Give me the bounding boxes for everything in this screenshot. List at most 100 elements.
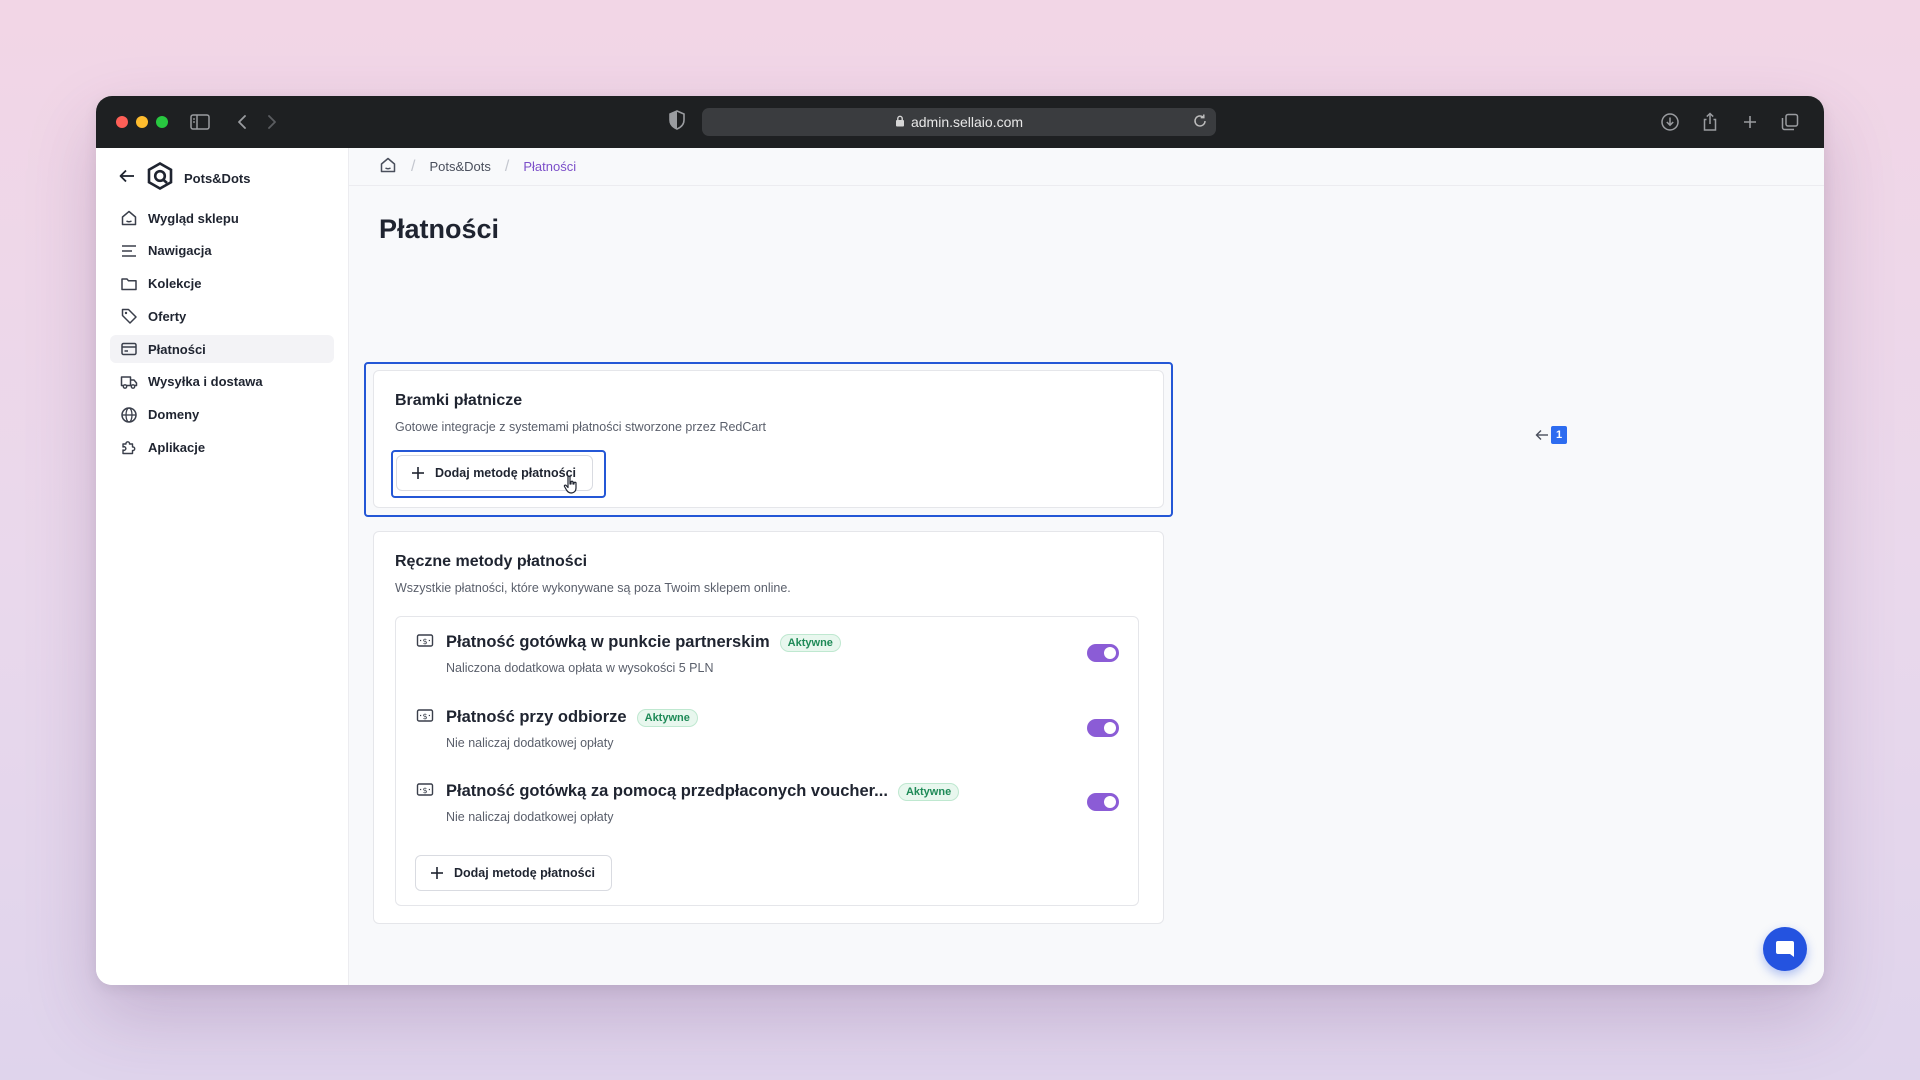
chat-bubble-icon <box>1776 941 1794 957</box>
toggle-knob <box>1104 796 1116 808</box>
back-arrow-icon[interactable] <box>118 168 136 189</box>
store-name[interactable]: Pots&Dots <box>184 171 250 186</box>
manual-methods-list: $ Płatność gotówką w punkcie partnerskim… <box>395 616 1139 906</box>
payment-method-subtitle: Naliczona dodatkowa opłata w wysokości 5… <box>446 661 714 675</box>
sidebar-item-label: Wysyłka i dostawa <box>148 374 263 390</box>
cash-icon: $ <box>416 633 434 654</box>
back-icon[interactable] <box>230 110 254 134</box>
arrow-left-icon <box>1535 430 1548 440</box>
new-tab-icon[interactable] <box>1738 110 1762 134</box>
payment-gateways-description: Gotowe integracje z systemami płatności … <box>395 420 766 434</box>
sidebar-item-shipping[interactable]: Wysyłka i dostawa <box>110 368 334 396</box>
maximize-window-button[interactable] <box>156 116 168 128</box>
hand-cursor-icon <box>563 475 579 500</box>
forward-icon[interactable] <box>260 110 284 134</box>
sidebar-item-label: Kolekcje <box>148 276 202 291</box>
payment-method-name: Płatność gotówką w punkcie partnerskim A… <box>446 633 841 652</box>
sidebar: Pots&Dots Wygląd sklepu Nawigacja Kolekc… <box>96 148 349 985</box>
sidebar-header: Pots&Dots <box>118 161 250 195</box>
home-icon <box>121 210 137 226</box>
add-manual-method-button-label: Dodaj metodę płatności <box>454 866 595 880</box>
menu-lines-icon <box>122 245 136 257</box>
sidebar-item-collections[interactable]: Kolekcje <box>110 270 334 298</box>
folder-icon <box>121 277 137 290</box>
plus-icon <box>431 867 443 879</box>
privacy-shield-icon[interactable] <box>668 110 686 135</box>
manual-payments-description: Wszystkie płatności, które wykonywane są… <box>395 581 791 595</box>
browser-window: admin.sellaio.com Pots&Dots Wygląd sklep… <box>96 96 1824 985</box>
sidebar-toggle-icon[interactable] <box>188 110 212 134</box>
sidebar-item-label: Nawigacja <box>148 243 212 259</box>
sidebar-item-offers[interactable]: Oferty <box>110 302 334 330</box>
payment-method-title: Płatność gotówką w punkcie partnerskim <box>446 633 770 651</box>
step-number-badge: 1 <box>1551 426 1567 444</box>
address-bar[interactable]: admin.sellaio.com <box>702 108 1216 136</box>
manual-payments-card: Ręczne metody płatności Wszystkie płatno… <box>373 531 1164 924</box>
sidebar-item-navigation[interactable]: Nawigacja <box>110 237 334 265</box>
list-item: $ Płatność gotówką za pomocą przedpłacon… <box>416 782 1116 842</box>
window-controls <box>116 116 168 128</box>
sidebar-item-payments[interactable]: Płatności <box>110 335 334 363</box>
breadcrumb-separator: / <box>504 157 510 175</box>
toggle-knob <box>1104 722 1116 734</box>
status-badge: Aktywne <box>636 708 698 727</box>
share-icon[interactable] <box>1698 110 1722 134</box>
status-badge: Aktywne <box>779 633 841 652</box>
puzzle-icon <box>122 441 136 455</box>
toggle-knob <box>1104 647 1116 659</box>
chat-button[interactable] <box>1763 927 1807 971</box>
sidebar-item-store-appearance[interactable]: Wygląd sklepu <box>110 204 334 232</box>
breadcrumb-store-link[interactable]: Pots&Dots <box>429 159 490 174</box>
cash-icon: $ <box>416 708 434 729</box>
close-window-button[interactable] <box>116 116 128 128</box>
svg-text:$: $ <box>422 637 427 646</box>
list-item: $ Płatność przy odbiorze Aktywne Nie nal… <box>416 708 1116 768</box>
credit-card-icon <box>121 342 137 356</box>
home-breadcrumb-icon[interactable] <box>379 156 397 177</box>
status-badge: Aktywne <box>897 782 960 801</box>
sidebar-item-apps[interactable]: Aplikacje <box>110 433 334 461</box>
payment-method-subtitle: Nie naliczaj dodatkowej opłaty <box>446 810 614 824</box>
payment-gateways-card: Bramki płatnicze Gotowe integracje z sys… <box>373 370 1164 508</box>
plus-icon <box>412 467 424 479</box>
tag-icon <box>121 309 137 324</box>
payment-gateways-title: Bramki płatnicze <box>395 392 523 409</box>
lock-icon <box>895 114 905 130</box>
reload-icon[interactable] <box>1192 113 1208 132</box>
svg-text:$: $ <box>422 786 427 795</box>
truck-icon <box>120 376 138 389</box>
add-manual-method-button[interactable]: Dodaj metodę płatności <box>415 855 612 891</box>
add-gateway-button-label: Dodaj metodę płatności <box>435 466 576 480</box>
manual-payments-title: Ręczne metody płatności <box>395 553 588 570</box>
breadcrumb-current: Płatności <box>523 159 577 174</box>
tab-overview-icon[interactable] <box>1778 110 1802 134</box>
globe-icon <box>121 406 137 423</box>
main-content: / Pots&Dots / Płatności Płatności Bramki… <box>349 148 1824 985</box>
payment-method-toggle[interactable] <box>1087 644 1119 662</box>
page-title: Płatności <box>379 214 500 244</box>
store-logo-icon <box>146 161 174 195</box>
svg-text:$: $ <box>422 712 427 721</box>
download-icon[interactable] <box>1658 110 1682 134</box>
sidebar-item-label: Wygląd sklepu <box>148 210 239 226</box>
payment-method-name: Płatność gotówką za pomocą przedpłaconyc… <box>446 782 960 801</box>
breadcrumb: / Pots&Dots / Płatności <box>349 148 1824 186</box>
payment-method-title: Płatność gotówką za pomocą przedpłaconyc… <box>446 782 888 800</box>
browser-toolbar: admin.sellaio.com <box>96 96 1824 148</box>
sidebar-nav: Wygląd sklepu Nawigacja Kolekcje Oferty … <box>110 204 334 466</box>
payment-method-title: Płatność przy odbiorze <box>446 708 627 726</box>
sidebar-item-domains[interactable]: Domeny <box>110 401 334 429</box>
payment-method-toggle[interactable] <box>1087 719 1119 737</box>
payment-method-subtitle: Nie naliczaj dodatkowej opłaty <box>446 736 614 750</box>
payment-method-name: Płatność przy odbiorze Aktywne <box>446 708 698 727</box>
cash-icon: $ <box>416 782 434 803</box>
sidebar-item-label: Domeny <box>148 407 200 422</box>
minimize-window-button[interactable] <box>136 116 148 128</box>
list-item: $ Płatność gotówką w punkcie partnerskim… <box>416 633 1116 693</box>
sidebar-item-label: Oferty <box>148 308 187 324</box>
sidebar-item-label: Płatności <box>148 341 206 357</box>
step-annotation: 1 <box>1535 426 1567 444</box>
sidebar-item-label: Aplikacje <box>148 439 206 455</box>
payment-method-toggle[interactable] <box>1087 793 1119 811</box>
breadcrumb-separator: / <box>411 157 416 175</box>
